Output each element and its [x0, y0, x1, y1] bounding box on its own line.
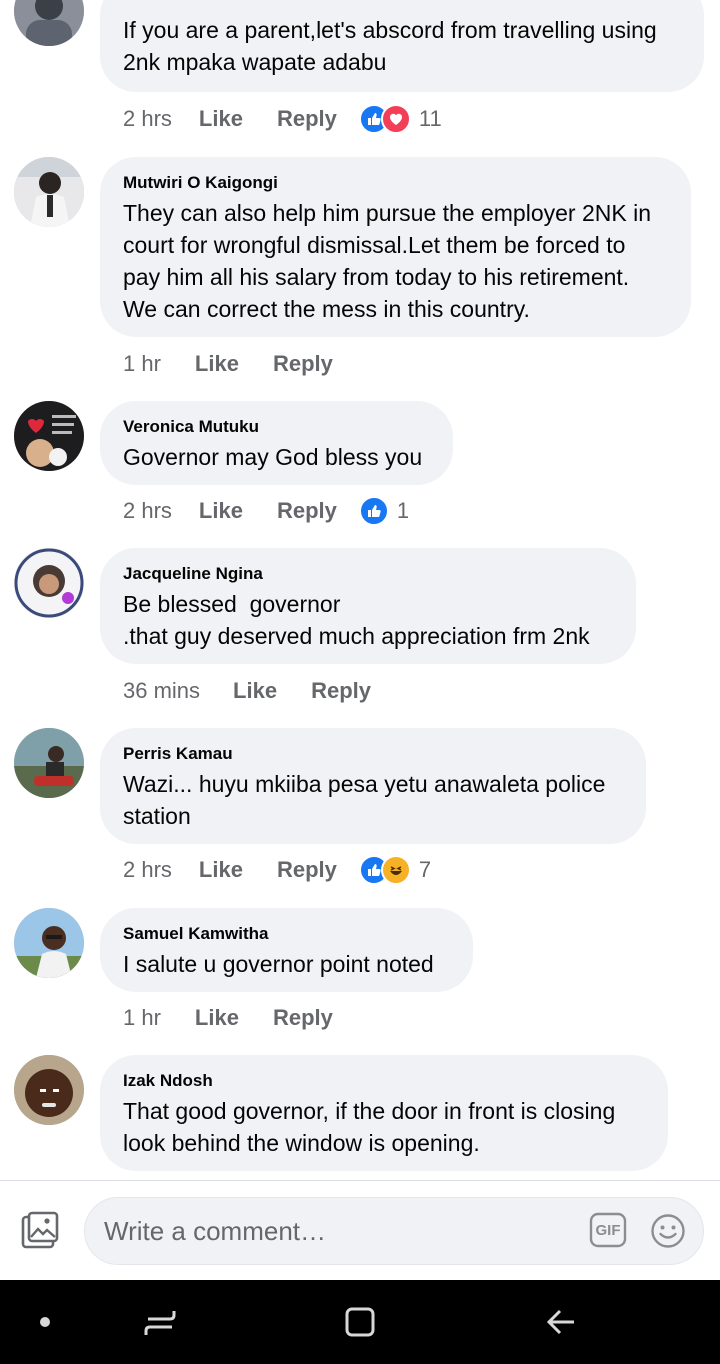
reply-button[interactable]: Reply [277, 498, 337, 524]
comment-author[interactable]: Samuel Kamwitha [123, 924, 449, 944]
reply-button[interactable]: Reply [273, 351, 333, 377]
like-button[interactable]: Like [233, 678, 277, 704]
haha-icon [380, 855, 411, 885]
reply-button[interactable]: Reply [311, 678, 371, 704]
comment-text: If you are a parent,let's abscord from t… [123, 17, 664, 75]
comment-time[interactable]: 1 hr [123, 351, 161, 377]
comment-bubble[interactable]: Perris Kamau Wazi... huyu mkiiba pesa ye… [100, 728, 646, 844]
comment-actions: 2 hrs Like Reply 11 [123, 99, 442, 139]
comment-author[interactable]: Perris Kamau [123, 744, 622, 764]
comment-bubble[interactable]: Veronica Mutuku Governor may God bless y… [100, 401, 453, 485]
like-icon [358, 496, 389, 526]
comment-time[interactable]: 2 hrs [123, 106, 172, 132]
comment-text: I salute u governor point noted [123, 951, 434, 977]
comments-feed: If you are a parent,let's abscord from t… [0, 0, 720, 1180]
comment-author[interactable]: Jacqueline Ngina [123, 564, 612, 584]
reaction-count: 1 [396, 498, 410, 523]
comment-bubble[interactable]: Samuel Kamwitha I salute u governor poin… [100, 908, 473, 992]
comment-time[interactable]: 1 hr [123, 1005, 161, 1031]
comment-actions: 1 hr Like Reply [123, 998, 333, 1038]
like-button[interactable]: Like [199, 857, 243, 883]
like-button[interactable]: Like [199, 106, 243, 132]
comment-time[interactable]: 36 mins [123, 678, 200, 704]
emoji-icon[interactable] [650, 1213, 686, 1249]
comment-text: That good governor, if the door in front… [123, 1098, 622, 1156]
avatar[interactable] [14, 1055, 84, 1125]
avatar[interactable] [14, 728, 84, 798]
home-icon[interactable] [340, 1280, 380, 1364]
reaction-count: 7 [418, 857, 432, 882]
reply-button[interactable]: Reply [277, 106, 337, 132]
reaction-count: 11 [418, 106, 442, 131]
comment-text: Wazi... huyu mkiiba pesa yetu anawaleta … [123, 771, 612, 829]
comment-text: They can also help him pursue the employ… [123, 200, 658, 322]
love-icon [380, 104, 411, 134]
avatar[interactable] [14, 0, 84, 46]
comment-author[interactable]: Mutwiri O Kaigongi [123, 173, 667, 193]
comment-actions: 36 mins Like Reply [123, 671, 371, 711]
photo-icon[interactable] [20, 1211, 60, 1251]
comment-time[interactable]: 2 hrs [123, 857, 172, 883]
like-button[interactable]: Like [195, 1005, 239, 1031]
recent-apps-icon[interactable] [138, 1280, 182, 1364]
reaction-summary[interactable]: 7 [358, 855, 432, 885]
comment-time[interactable]: 2 hrs [123, 498, 172, 524]
reply-button[interactable]: Reply [277, 857, 337, 883]
avatar[interactable] [14, 908, 84, 978]
gif-button[interactable]: GIF [589, 1212, 627, 1248]
gif-label: GIF [595, 1221, 621, 1239]
dot-icon[interactable] [30, 1280, 60, 1364]
comment-bubble[interactable]: Mutwiri O Kaigongi They can also help hi… [100, 157, 691, 337]
avatar[interactable] [14, 157, 84, 227]
avatar[interactable] [14, 548, 84, 618]
reaction-summary[interactable]: 11 [358, 104, 442, 134]
comment-author[interactable]: Veronica Mutuku [123, 417, 429, 437]
back-icon[interactable] [540, 1280, 584, 1364]
comment-bubble[interactable]: Izak Ndosh That good governor, if the do… [100, 1055, 668, 1171]
like-button[interactable]: Like [195, 351, 239, 377]
avatar[interactable] [14, 401, 84, 471]
comment-actions: 2 hrs Like Reply 7 [123, 850, 431, 890]
comment-bubble[interactable]: Jacqueline Ngina Be blessed governor .th… [100, 548, 636, 664]
reply-button[interactable]: Reply [273, 1005, 333, 1031]
comment-actions: 1 hr Like Reply [123, 344, 333, 384]
comment-text: Governor may God bless you [123, 444, 423, 470]
reaction-summary[interactable]: 1 [358, 496, 410, 526]
like-button[interactable]: Like [199, 498, 243, 524]
comment-actions: 2 hrs Like Reply 1 [123, 491, 409, 531]
comment-bubble[interactable]: If you are a parent,let's abscord from t… [100, 0, 704, 92]
comment-text: Be blessed governor .that guy deserved m… [123, 591, 590, 649]
comment-author[interactable]: Izak Ndosh [123, 1071, 644, 1091]
navigation-bar [0, 1280, 720, 1364]
